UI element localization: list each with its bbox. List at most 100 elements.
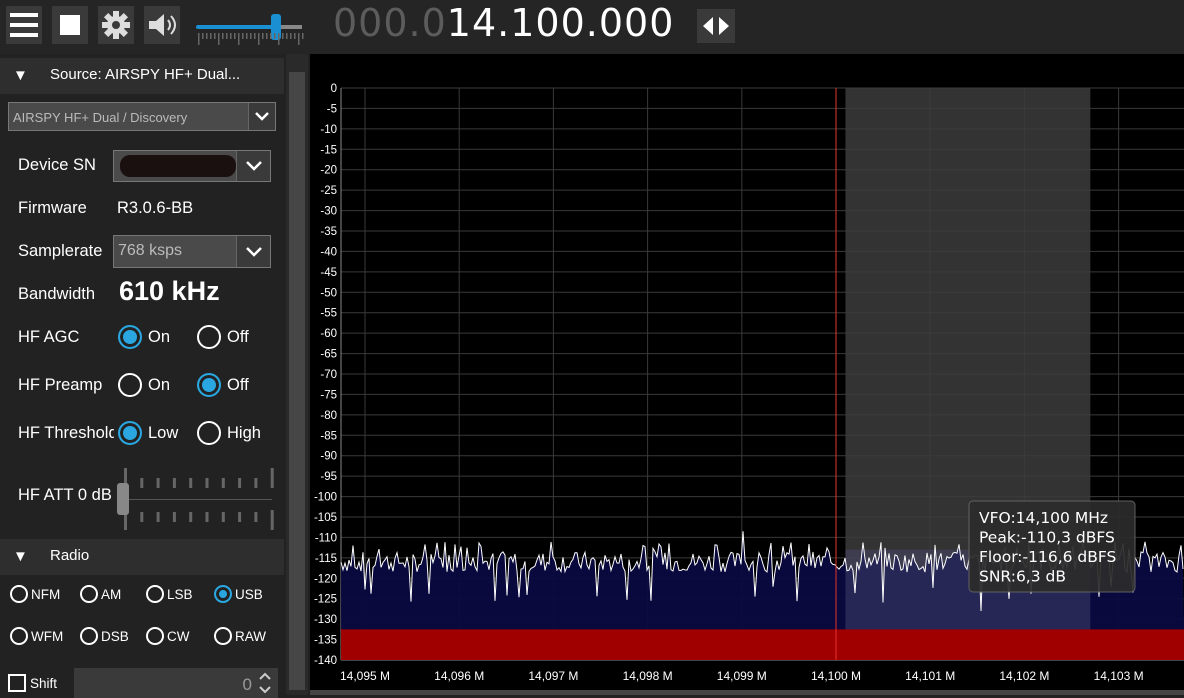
side-panel-scrollbar[interactable] [286, 54, 308, 695]
collapse-triangle-icon[interactable]: ▼ [13, 67, 28, 84]
bandwidth-label: Bandwidth [18, 285, 96, 303]
hf-att-slider[interactable] [116, 466, 276, 532]
hf-agc-off-radio[interactable]: Off [197, 325, 249, 349]
mode-label: CW [167, 628, 190, 644]
hf-preamp-off-radio[interactable]: Off [197, 373, 249, 397]
radio-unchecked-icon[interactable] [80, 627, 98, 645]
chevron-down-icon[interactable] [236, 151, 270, 181]
menu-button[interactable] [6, 6, 42, 44]
x-tick-label: 14,103 M [1094, 669, 1144, 683]
volume-slider-ticks [198, 33, 304, 45]
radio-unchecked-icon[interactable] [214, 627, 232, 645]
chevron-down-icon[interactable] [248, 103, 275, 130]
mode-radio-am[interactable]: AM [80, 585, 121, 603]
device-sn-select[interactable] [113, 150, 271, 182]
volume-tick-mark [210, 33, 212, 39]
waterfall-divider[interactable] [310, 690, 1184, 695]
gear-icon [102, 11, 130, 39]
spin-arrows-icon[interactable] [258, 670, 272, 696]
shift-checkbox[interactable]: Shift [8, 674, 57, 692]
mode-label: LSB [167, 586, 193, 602]
collapse-triangle-icon[interactable]: ▼ [13, 548, 28, 565]
vfo-tooltip: VFO:14,100 MHz Peak:-110,3 dBFSFloor:-116… [968, 500, 1136, 593]
y-tick-label: -35 [320, 226, 337, 238]
frequency-lit-digits[interactable]: 14.100.000 [447, 1, 675, 45]
hf-threshold-label-clip: HF Threshold [18, 424, 114, 443]
radio-checked-icon[interactable] [118, 325, 142, 349]
samplerate-select[interactable]: 768 ksps [113, 235, 271, 268]
hf-threshold-high-radio[interactable]: High [197, 421, 261, 445]
volume-tick-mark [230, 33, 232, 39]
att-tick-mark [238, 512, 242, 522]
hf-preamp-on-radio[interactable]: On [118, 373, 170, 397]
mode-radio-cw[interactable]: CW [146, 627, 190, 645]
y-tick-label: -115 [315, 553, 337, 565]
radio-unchecked-icon[interactable] [10, 585, 28, 603]
samplerate-value: 768 ksps [118, 242, 183, 259]
hf-preamp-off-label: Off [227, 375, 249, 394]
volume-tick-mark [298, 33, 300, 45]
y-tick-label: -15 [320, 144, 337, 156]
radio-header-label: Radio [50, 547, 90, 564]
y-tick-label: -105 [314, 512, 337, 524]
mode-radio-wfm[interactable]: WFM [10, 627, 63, 645]
tooltip-floor: Floor:-116,6 dBFS [979, 548, 1116, 566]
att-tick-mark [172, 512, 176, 522]
radio-unchecked-icon[interactable] [146, 585, 164, 603]
tuning-mode-button[interactable] [697, 9, 735, 43]
radio-unchecked-icon[interactable] [80, 585, 98, 603]
mode-radio-lsb[interactable]: LSB [146, 585, 193, 603]
radio-checked-icon[interactable] [118, 421, 142, 445]
volume-tick-mark [250, 33, 252, 39]
radio-unchecked-icon[interactable] [197, 421, 221, 445]
chevron-down-icon[interactable] [236, 236, 270, 267]
radio-unchecked-icon[interactable] [146, 627, 164, 645]
hf-threshold-low-radio[interactable]: Low [118, 421, 178, 445]
att-slider-handle[interactable] [117, 483, 129, 515]
y-tick-label: -135 [314, 635, 337, 647]
volume-tick-mark [282, 33, 284, 39]
x-tick-label: 14,097 M [528, 669, 578, 683]
radio-unchecked-icon[interactable] [10, 627, 28, 645]
mute-button[interactable] [144, 6, 180, 44]
volume-tick-mark [202, 33, 204, 39]
settings-button[interactable] [98, 6, 134, 44]
mode-radio-usb[interactable]: USB [214, 585, 263, 603]
frequency-dim-digits[interactable]: 000.0 [333, 1, 447, 45]
volume-tick-mark [274, 33, 276, 39]
device-select[interactable]: AIRSPY HF+ Dual / Discovery [8, 102, 276, 131]
device-select-value: AIRSPY HF+ Dual / Discovery [13, 110, 188, 125]
side-panel: ▼ Source: AIRSPY HF+ Dual... AIRSPY HF+ … [0, 54, 286, 698]
mode-radio-raw[interactable]: RAW [214, 627, 266, 645]
mode-radio-nfm[interactable]: NFM [10, 585, 60, 603]
radio-checked-icon[interactable] [197, 373, 221, 397]
att-tick-mark [270, 510, 274, 530]
fft-spectrum-plot[interactable]: 0 -5 -10 -15 -20 -25 -30 -35 -40 -45 -50 -55 -60 -65 -… [310, 54, 1184, 695]
mode-radio-dsb[interactable]: DSB [80, 627, 129, 645]
y-tick-label: -5 [327, 103, 337, 115]
samplerate-label: Samplerate [18, 242, 103, 260]
y-tick-label: -45 [320, 267, 337, 279]
frequency-display[interactable]: 000.014.100.000 [333, 1, 674, 45]
scrollbar-thumb[interactable] [289, 72, 305, 690]
radio-checked-icon[interactable] [214, 585, 232, 603]
source-section-header[interactable]: ▼ Source: AIRSPY HF+ Dual... [0, 58, 284, 94]
y-tick-label: -65 [320, 349, 337, 361]
hf-agc-label: HF AGC [18, 328, 80, 346]
hf-agc-on-radio[interactable]: On [118, 325, 170, 349]
radio-section-header[interactable]: ▼ Radio [0, 539, 284, 575]
speaker-icon [149, 14, 176, 36]
radio-unchecked-icon[interactable] [118, 373, 142, 397]
radio-unchecked-icon[interactable] [197, 325, 221, 349]
y-tick-label: -40 [320, 246, 337, 258]
y-tick-label: -70 [320, 369, 337, 381]
y-tick-label: -90 [320, 451, 337, 463]
shift-spinbox[interactable]: 0 [74, 668, 278, 698]
volume-slider-track[interactable] [278, 25, 302, 29]
stop-button[interactable] [52, 6, 88, 44]
mode-label: DSB [101, 628, 129, 644]
x-tick-label: 14,101 M [905, 669, 955, 683]
checkbox-icon[interactable] [8, 674, 26, 692]
volume-tick-mark [262, 33, 264, 39]
x-tick-label: 14,099 M [717, 669, 767, 683]
